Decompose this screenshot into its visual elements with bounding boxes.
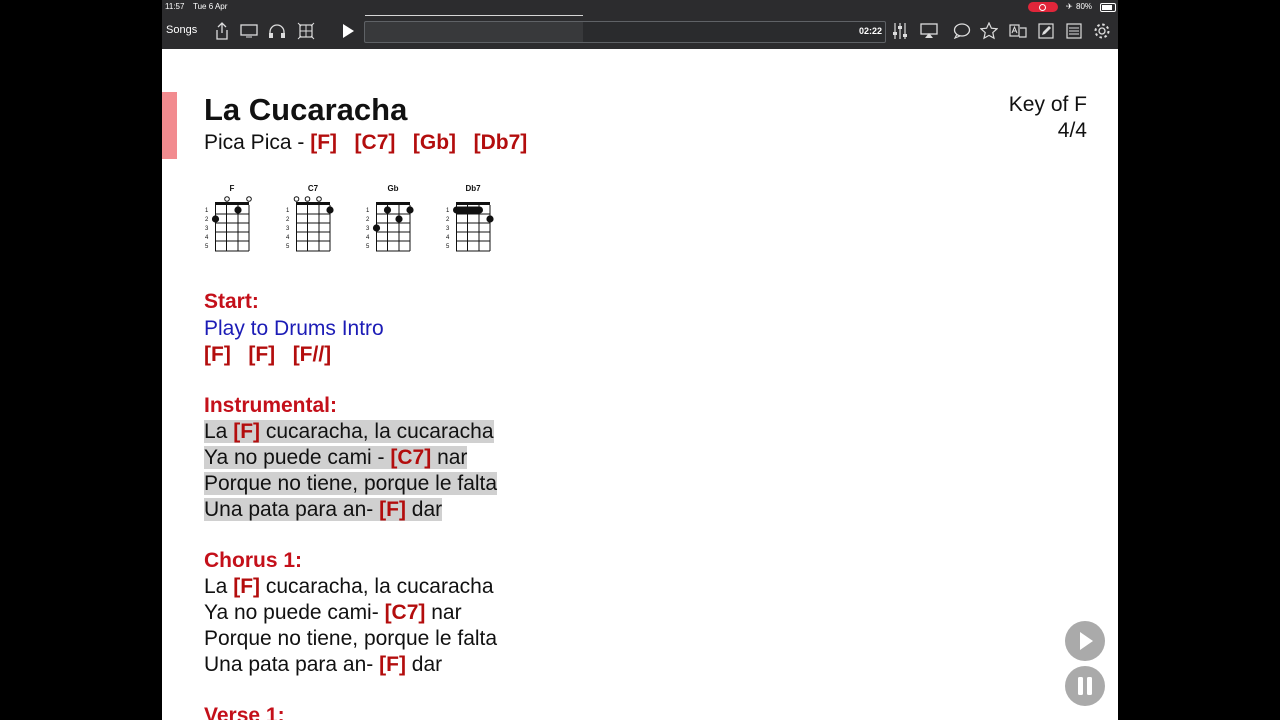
pause-icon — [1078, 677, 1092, 695]
lyric-line: Ya no puede cami- [C7] nar — [204, 601, 462, 624]
play-icon — [1080, 632, 1093, 650]
svg-text:5: 5 — [286, 244, 290, 250]
chord[interactable]: [F] — [248, 343, 275, 366]
accent-bar — [162, 92, 177, 159]
progress-fill — [365, 22, 584, 42]
section-heading-chorus-1: Chorus 1: — [204, 549, 303, 572]
progress-indicator-line — [365, 15, 584, 16]
status-date: Tue 6 Apr — [193, 2, 228, 11]
svg-text:4: 4 — [446, 235, 450, 241]
header-chord[interactable]: [F] — [310, 131, 337, 154]
svg-text:1: 1 — [286, 208, 290, 214]
header-chord[interactable]: [Gb] — [413, 131, 456, 154]
svg-text:1: 1 — [205, 208, 209, 214]
chord-diagram-f[interactable]: F 12345 — [202, 184, 262, 259]
playback-progress-bar[interactable]: 02:22 — [364, 15, 886, 43]
scroll-pause-button[interactable] — [1065, 666, 1105, 706]
songs-button[interactable]: Songs — [166, 24, 197, 36]
elapsed-time: 02:22 — [858, 26, 882, 36]
svg-text:2: 2 — [205, 217, 209, 223]
svg-text:4: 4 — [366, 235, 370, 241]
star-icon[interactable] — [979, 21, 999, 41]
chord-diagram-db7[interactable]: Db7 12345 — [443, 184, 503, 259]
battery-icon — [1100, 3, 1116, 12]
svg-text:5: 5 — [205, 244, 209, 250]
svg-text:1: 1 — [446, 208, 450, 214]
svg-text:5: 5 — [366, 244, 370, 250]
chord[interactable]: [C7] — [390, 446, 431, 469]
lyric-line: Porque no tiene, porque le falta — [204, 472, 498, 495]
headphones-icon[interactable] — [267, 21, 287, 41]
performance-direction: Play to Drums Intro — [204, 317, 384, 340]
monitor-icon[interactable] — [239, 21, 259, 41]
airplay-icon[interactable] — [919, 21, 939, 41]
svg-text:3: 3 — [446, 226, 450, 232]
lyric-line: La [F] cucaracha, la cucaracha — [204, 420, 494, 443]
status-bar: 11:57 Tue 6 Apr ✈ 80% — [162, 0, 1118, 14]
lyric-line: Una pata para an- [F] dar — [204, 653, 443, 676]
scroll-play-button[interactable] — [1065, 621, 1105, 661]
svg-text:2: 2 — [286, 217, 290, 223]
toolbar: Songs 02:22 — [162, 14, 1118, 49]
svg-text:3: 3 — [205, 226, 209, 232]
gear-icon[interactable] — [1092, 21, 1112, 41]
artist-name: Pica Pica - — [204, 131, 311, 154]
lyric-line: Ya no puede cami - [C7] nar — [204, 446, 468, 469]
translate-icon[interactable] — [1008, 21, 1028, 41]
edit-icon[interactable] — [1036, 21, 1056, 41]
start-chords: [F] [F] [F//] — [204, 342, 331, 368]
play-icon[interactable] — [338, 21, 358, 41]
svg-text:3: 3 — [286, 226, 290, 232]
svg-text:4: 4 — [286, 235, 290, 241]
app-screen: 11:57 Tue 6 Apr ✈ 80% Songs 02:22 La Cuc… — [162, 0, 1118, 720]
svg-text:2: 2 — [446, 217, 450, 223]
chord[interactable]: [F] — [379, 498, 406, 521]
song-key: Key of F — [1008, 93, 1087, 116]
section-heading-verse-1: Verse 1: — [204, 704, 285, 720]
metronome-icon[interactable] — [296, 21, 316, 41]
chord[interactable]: [C7] — [385, 601, 426, 624]
svg-text:2: 2 — [366, 217, 370, 223]
lyric-line: Una pata para an- [F] dar — [204, 498, 443, 521]
screen-recording-indicator[interactable] — [1028, 2, 1058, 12]
chord[interactable]: [F] — [379, 653, 406, 676]
chord[interactable]: [F] — [204, 343, 231, 366]
settings-panel-icon[interactable] — [1064, 21, 1084, 41]
chord[interactable]: [F//] — [293, 343, 331, 366]
song-subtitle: Pica Pica - [F] [C7] [Gb] [Db7] — [204, 131, 527, 155]
chord-diagram-c7[interactable]: C7 12345 — [283, 184, 343, 259]
svg-text:4: 4 — [205, 235, 209, 241]
share-icon[interactable] — [212, 21, 232, 41]
svg-text:3: 3 — [366, 226, 370, 232]
section-heading-instrumental: Instrumental: — [204, 394, 338, 417]
svg-text:1: 1 — [366, 208, 370, 214]
header-chord[interactable]: [Db7] — [474, 131, 528, 154]
time-signature: 4/4 — [1057, 119, 1087, 142]
comment-icon[interactable] — [952, 21, 972, 41]
song-title: La Cucaracha — [204, 92, 408, 127]
mixer-icon[interactable] — [890, 21, 910, 41]
lyric-line: Porque no tiene, porque le falta — [204, 627, 498, 650]
battery-percent: 80% — [1076, 2, 1093, 11]
header-chord[interactable]: [C7] — [355, 131, 396, 154]
chord[interactable]: [F] — [233, 420, 260, 443]
chord-diagram-gb[interactable]: Gb 12345 — [363, 184, 423, 259]
status-time: 11:57 — [165, 2, 185, 11]
airplane-icon: ✈ — [1066, 2, 1073, 11]
lyric-line: La [F] cucaracha, la cucaracha — [204, 575, 494, 598]
section-heading-start: Start: — [204, 290, 259, 313]
svg-text:5: 5 — [446, 244, 450, 250]
chord[interactable]: [F] — [233, 575, 260, 598]
